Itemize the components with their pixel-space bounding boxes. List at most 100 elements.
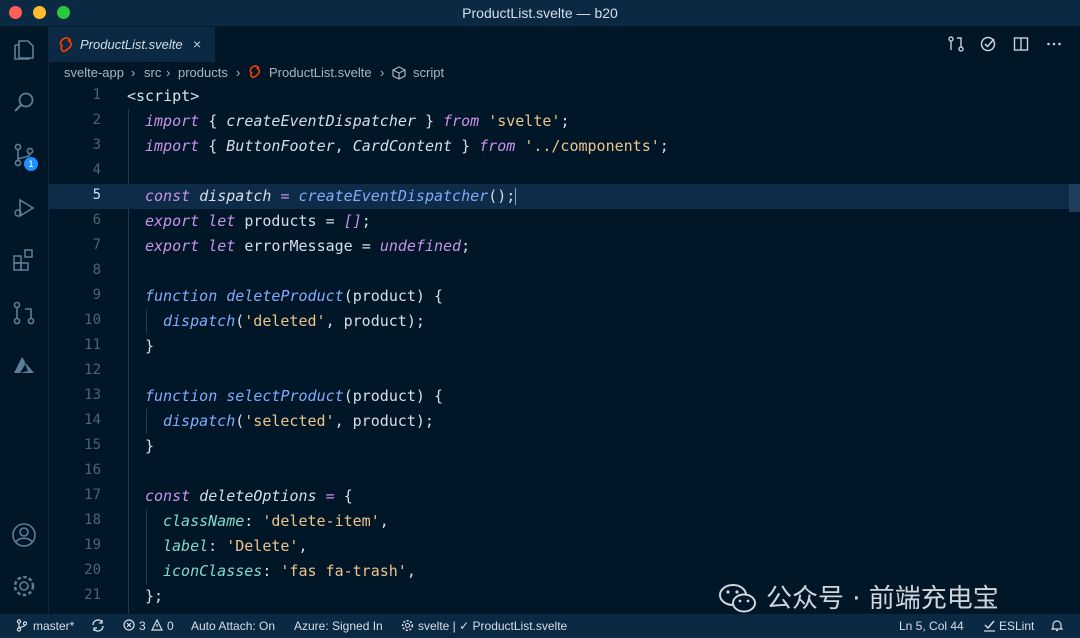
token: script [136,87,191,105]
token: (); [488,187,516,205]
code-line[interactable]: 11 } [49,334,1069,359]
tab-close-icon[interactable]: × [193,36,201,52]
warning-count[interactable]: 0 [167,619,174,633]
open-changes-icon[interactable] [947,35,965,53]
error-count[interactable]: 3 [139,619,146,633]
token: ( [235,412,245,430]
warning-icon [151,618,163,634]
code-line[interactable]: 1 <script> [49,84,1069,109]
code-line[interactable]: 8 [49,259,1069,284]
svelte-file-icon [249,65,261,82]
auto-attach-status[interactable]: Auto Attach: On [191,619,275,633]
token: dispatch [163,412,236,430]
code-line[interactable]: 10 dispatch('deleted', product); [49,309,1069,334]
line-number: 14 [84,412,101,428]
token: deleteProduct [226,287,344,305]
token: : [262,562,281,580]
token: ; [361,212,371,230]
account-icon[interactable] [11,522,37,548]
code-line[interactable]: 12 [49,359,1069,384]
token: '../components' [524,137,660,155]
code-line[interactable]: 2 import { createEventDispatcher } from … [49,109,1069,134]
wechat-logo-icon [718,582,758,614]
code-line[interactable]: 13 function selectProduct(product) { [49,384,1069,409]
code-line[interactable]: 9 function deleteProduct(product) { [49,284,1069,309]
code-line[interactable]: 18 className: 'delete-item', [49,509,1069,534]
code-text: }; [145,587,163,605]
token: 'deleted' [244,312,326,330]
explorer-icon[interactable] [11,37,37,63]
breadcrumb-item-products[interactable]: products [178,65,228,80]
eslint-status[interactable]: ESLint [999,619,1034,633]
activity-bar: 1 [0,27,49,614]
token: , [298,537,308,555]
azure-status[interactable]: Azure: Signed In [294,619,383,633]
token: 'Delete' [226,537,299,555]
code-line[interactable]: 17 const deleteOptions = { [49,484,1069,509]
git-branch-status[interactable]: master* [33,619,74,633]
code-line-current[interactable]: 5 const dispatch = createEventDispatcher… [49,184,1069,209]
timeline-check-icon[interactable] [979,35,997,53]
token: < [127,87,137,105]
token: (product) { [343,387,444,405]
token: = [271,187,299,205]
run-debug-icon[interactable] [11,195,37,221]
tab-productlist-svelte[interactable]: ProductList.svelte × [49,27,215,63]
notifications-bell-icon[interactable] [1050,619,1064,635]
token: : [208,537,227,555]
breadcrumb-separator: › [131,65,136,80]
extensions-icon[interactable] [11,247,37,273]
token: let [208,237,236,255]
token: export [145,212,200,230]
token: iconClasses [163,562,263,580]
code-line[interactable]: 6 export let products = []; [49,209,1069,234]
code-line[interactable]: 7 export let errorMessage = undefined; [49,234,1069,259]
cursor-position[interactable]: Ln 5, Col 44 [899,619,964,633]
scrollbar-thumb[interactable] [1069,184,1080,212]
code-line[interactable]: 3 import { ButtonFooter, CardContent } f… [49,134,1069,159]
token: const [145,487,191,505]
code-text: } [145,437,154,455]
settings-gear-icon[interactable] [11,573,37,599]
git-branch-icon [16,619,28,635]
line-number: 10 [84,312,101,328]
token: { [199,112,227,130]
breadcrumb-separator: › [236,65,241,80]
code-editor[interactable]: 1 <script> 2 import { createEventDispatc… [49,84,1080,614]
azure-icon[interactable] [11,352,37,378]
breadcrumb-item-svelte-app[interactable]: svelte-app [64,65,124,80]
code-line[interactable]: 19 label: 'Delete', [49,534,1069,559]
breadcrumb-item-src[interactable]: src [144,65,161,80]
token: { [199,137,227,155]
token: , [334,137,353,155]
token: }; [145,587,164,605]
title-bar: ProductList.svelte — b20 [0,0,1080,27]
svelte-language-status[interactable]: svelte | ✓ ProductList.svelte [418,619,567,633]
code-text: export let errorMessage = undefined; [145,237,470,255]
more-actions-icon[interactable] [1045,35,1063,53]
token: ; [659,137,669,155]
token: (product) { [343,287,444,305]
code-line[interactable]: 15 } [49,434,1069,459]
breadcrumb-separator: › [380,65,385,80]
search-icon[interactable] [11,89,37,115]
token: { [343,487,353,505]
code-text: function deleteProduct(product) { [145,287,443,305]
code-line[interactable]: 4 [49,159,1069,184]
token: ButtonFooter [226,137,335,155]
breadcrumb-item-file[interactable]: ProductList.svelte [269,65,372,80]
code-line[interactable]: 16 [49,459,1069,484]
token: dispatch [163,312,236,330]
token: } [415,112,444,130]
pull-requests-icon[interactable] [11,300,37,326]
split-editor-icon[interactable] [1012,35,1030,53]
token: } [145,437,155,455]
code-line[interactable]: 14 dispatch('selected', product); [49,409,1069,434]
token: dispatch [199,187,272,205]
token: products = [235,212,344,230]
sync-icon[interactable] [91,619,105,635]
breadcrumb-item-script[interactable]: script [413,65,444,80]
line-number: 20 [84,562,101,578]
code-text: const dispatch = createEventDispatcher()… [145,187,517,205]
